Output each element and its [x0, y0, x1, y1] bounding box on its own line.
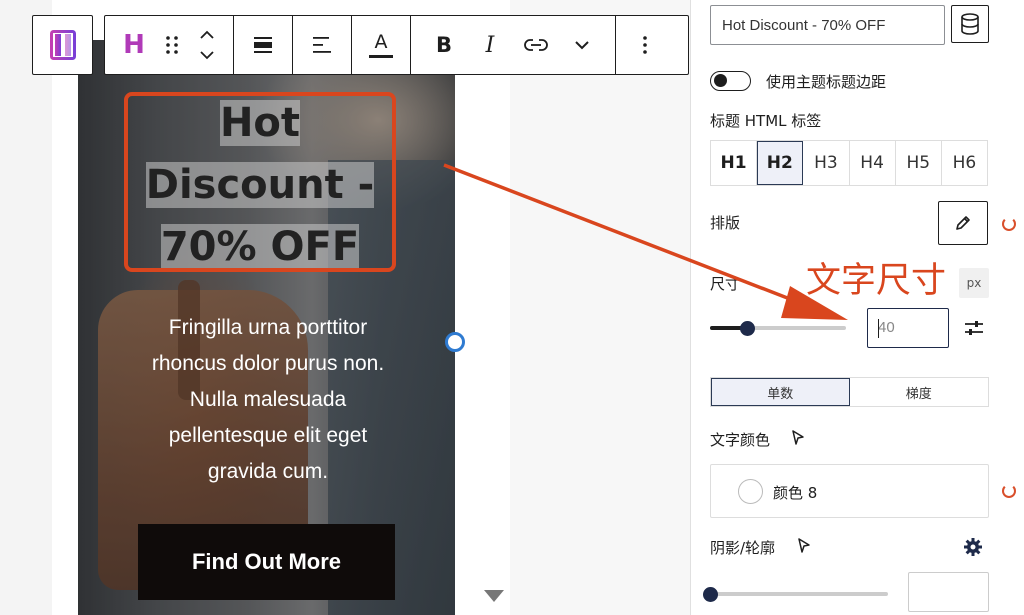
- move-up-down-button[interactable]: [187, 16, 227, 74]
- find-out-more-button[interactable]: Find Out More: [138, 524, 395, 600]
- heading-block-icon: H: [123, 30, 145, 60]
- typography-edit-button[interactable]: [938, 201, 988, 245]
- italic-button[interactable]: I: [467, 16, 513, 74]
- hero-paragraph-line: gravida cum.: [207, 460, 329, 483]
- shadow-input[interactable]: [908, 572, 989, 612]
- bold-button[interactable]: B: [421, 16, 467, 74]
- hero-paragraph-line: Fringilla urna porttitor: [168, 316, 368, 339]
- shadow-label: 阴影/轮廓: [710, 539, 776, 557]
- block-inspector-sidebar: Hot Discount - 70% OFF 使用主题标题边距 标题 HTML …: [690, 0, 1024, 615]
- heading-level-selector: H1 H2 H3 H4 H5 H6: [710, 140, 988, 186]
- link-icon: [524, 39, 548, 51]
- more-formats-button[interactable]: [559, 16, 605, 74]
- bold-icon: B: [435, 33, 452, 57]
- heading-level-h3[interactable]: H3: [803, 141, 850, 185]
- canvas-left-gutter: [0, 0, 52, 615]
- block-width-button[interactable]: [240, 16, 286, 74]
- options-button[interactable]: [622, 16, 668, 74]
- link-button[interactable]: [513, 16, 559, 74]
- typography-reset-icon[interactable]: [1002, 217, 1016, 231]
- toolbar-group-color: A: [352, 16, 411, 74]
- gear-icon: [964, 538, 982, 556]
- text-color-underline: [369, 55, 393, 58]
- cursor-icon: [798, 538, 810, 553]
- scroll-down-icon[interactable]: [484, 590, 504, 602]
- canvas-right-gutter: [510, 0, 690, 615]
- heading-block-button[interactable]: H: [111, 16, 157, 74]
- heading-level-h1[interactable]: H1: [711, 141, 758, 185]
- drag-handle-icon: [166, 36, 178, 54]
- toolbar-group-align: [293, 16, 352, 74]
- heading-level-h5[interactable]: H5: [896, 141, 942, 185]
- columns-block-icon: [49, 30, 76, 60]
- text-color-icon: A: [374, 31, 388, 53]
- shadow-settings-button[interactable]: [963, 537, 983, 561]
- color-swatch: [738, 479, 763, 504]
- use-theme-margin-label: 使用主题标题边距: [766, 73, 887, 91]
- heading-text-field[interactable]: Hot Discount - 70% OFF: [710, 5, 945, 45]
- align-left-icon: [313, 37, 331, 53]
- color-reset-icon[interactable]: [1002, 484, 1016, 498]
- align-wide-icon: [254, 37, 272, 53]
- color-name: 颜色 8: [773, 484, 818, 502]
- editor-canvas: Hot Discount - 70% OFF Fringilla urna po…: [0, 0, 690, 615]
- shadow-picker-cursor[interactable]: [797, 538, 811, 558]
- shadow-slider-knob[interactable]: [703, 586, 718, 602]
- pencil-icon: [956, 216, 970, 230]
- sliders-icon: [965, 321, 983, 335]
- resize-handle[interactable]: [445, 332, 465, 352]
- database-icon: [961, 13, 979, 35]
- text-color-label: 文字颜色: [710, 431, 771, 449]
- more-vertical-icon: [643, 36, 647, 54]
- text-color-button[interactable]: A: [358, 16, 404, 74]
- responsive-settings-button[interactable]: [964, 318, 984, 342]
- typography-label: 排版: [710, 214, 741, 232]
- hero-paragraph-line: rhoncus dolor purus non.: [151, 352, 385, 375]
- size-slider-knob[interactable]: [739, 320, 755, 336]
- mode-solid[interactable]: 单数: [711, 378, 850, 406]
- color-picker-cursor[interactable]: [791, 430, 805, 450]
- heading-level-h4[interactable]: H4: [850, 141, 896, 185]
- unit-selector[interactable]: px: [959, 268, 989, 298]
- toolbar-group-options: [616, 16, 674, 74]
- chevron-up-down-icon: [200, 30, 214, 60]
- color-selector[interactable]: 颜色 8: [710, 464, 989, 518]
- size-slider[interactable]: [710, 320, 846, 336]
- size-input[interactable]: 40: [867, 308, 949, 348]
- cursor-icon: [792, 430, 804, 445]
- toggle-knob: [714, 74, 727, 87]
- block-type-button[interactable]: [32, 15, 93, 75]
- toolbar-group-format: B I: [411, 16, 616, 74]
- hero-paragraph[interactable]: Fringilla urna porttitor rhoncus dolor p…: [120, 310, 416, 490]
- html-tag-label: 标题 HTML 标签: [710, 112, 822, 130]
- drag-handle[interactable]: [157, 16, 187, 74]
- italic-icon: I: [485, 32, 495, 58]
- annotation-label: 文字尺寸: [806, 261, 947, 301]
- heading-highlight-box: [124, 92, 396, 272]
- text-align-button[interactable]: [299, 16, 345, 74]
- toolbar-group-width: [234, 16, 293, 74]
- heading-level-h2[interactable]: H2: [757, 141, 804, 185]
- use-theme-margin-toggle[interactable]: [710, 71, 751, 91]
- hero-paragraph-line: Nulla malesuada: [189, 388, 347, 411]
- heading-level-h6[interactable]: H6: [942, 141, 987, 185]
- block-toolbar: H A B I: [104, 15, 689, 75]
- size-label: 尺寸: [710, 275, 741, 293]
- color-mode-selector: 单数 梯度: [710, 377, 989, 407]
- shadow-slider[interactable]: [703, 586, 888, 602]
- mode-gradient[interactable]: 梯度: [850, 378, 989, 406]
- toolbar-group-block: H: [105, 16, 234, 74]
- chevron-down-icon: [575, 41, 589, 50]
- dynamic-content-button[interactable]: [951, 5, 989, 43]
- hero-paragraph-line: pellentesque elit eget: [168, 424, 368, 447]
